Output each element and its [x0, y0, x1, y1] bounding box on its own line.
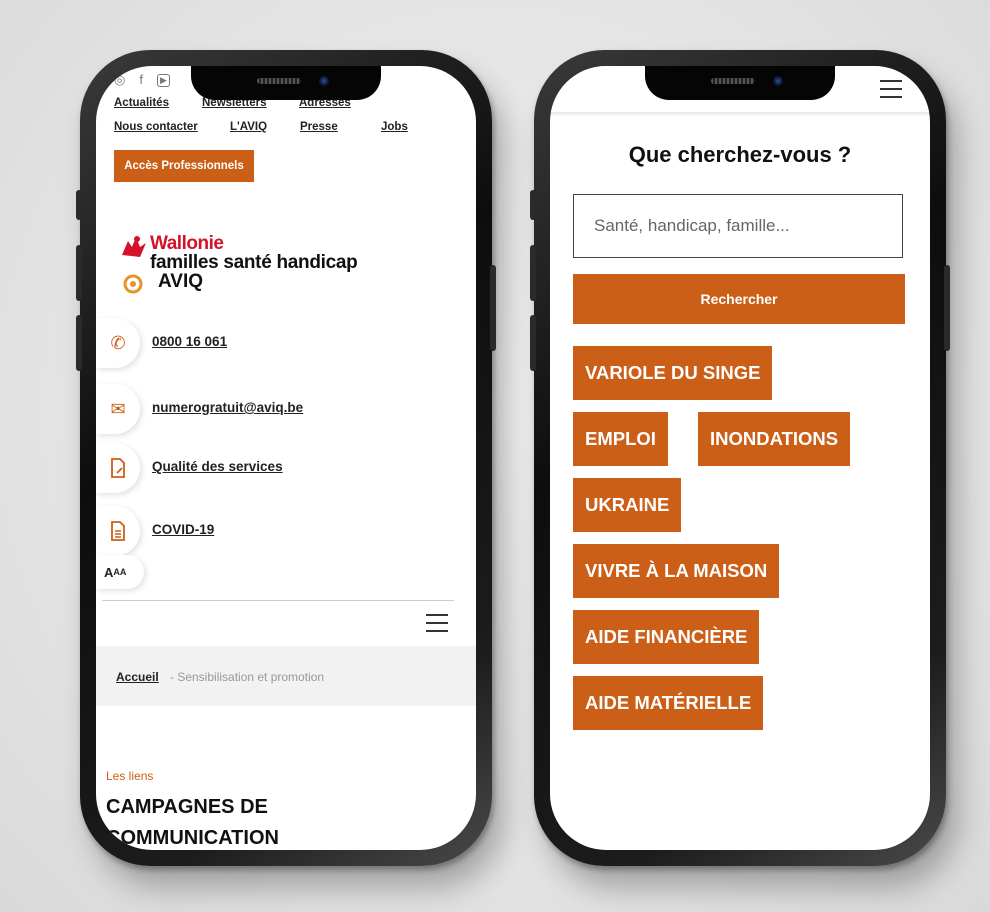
contact-phone[interactable]: ✆ 0800 16 061: [96, 318, 476, 368]
tag-aide-materielle[interactable]: AIDE MATÉRIELLE: [573, 676, 764, 730]
left-phone-screen: ◎ f ▶ Actualités Newsletters Adresses No…: [96, 66, 476, 850]
phone-icon: ✆: [96, 318, 140, 368]
tag-aide-financiere[interactable]: AIDE FINANCIÈRE: [573, 610, 760, 664]
right-phone-screen: Que cherchez-vous ? Rechercher VARIOLE D…: [550, 66, 930, 850]
instagram-icon[interactable]: ◎: [114, 72, 125, 88]
pro-access-button[interactable]: Accès Professionnels: [114, 150, 254, 182]
menu-icon[interactable]: [426, 614, 448, 632]
contact-label[interactable]: COVID-19: [152, 522, 214, 537]
link-presse[interactable]: Presse: [300, 121, 338, 133]
left-phone-frame: ◎ f ▶ Actualités Newsletters Adresses No…: [76, 50, 496, 866]
logo-aviq: AVIQ: [158, 271, 204, 292]
notch: [191, 66, 381, 100]
divider: [102, 600, 454, 601]
rooster-icon: [122, 236, 146, 257]
menu-icon[interactable]: [880, 80, 902, 98]
envelope-icon: ✉: [96, 384, 140, 434]
link-aviq[interactable]: L'AVIQ: [230, 121, 267, 133]
document-icon: [96, 506, 140, 556]
search-title: Que cherchez-vous ?: [628, 142, 852, 167]
youtube-icon[interactable]: ▶: [156, 74, 170, 87]
link-nous-contacter[interactable]: Nous contacter: [114, 121, 198, 133]
link-actualites[interactable]: Actualités: [114, 97, 169, 109]
tag-ukraine[interactable]: UKRAINE: [573, 478, 682, 532]
tag-emploi[interactable]: EMPLOI: [573, 412, 668, 466]
search-input[interactable]: [573, 194, 903, 258]
link-jobs[interactable]: Jobs: [381, 121, 408, 133]
contact-label[interactable]: 0800 16 061: [152, 334, 227, 349]
aviq-symbol-icon: [123, 274, 143, 294]
document-edit-icon: [96, 443, 140, 493]
contact-email[interactable]: ✉ numerogratuit@aviq.be: [96, 384, 476, 434]
aviq-logo[interactable]: Wallonie familles santé handicap AVIQ: [118, 231, 398, 301]
contact-label[interactable]: Qualité des services: [152, 459, 283, 474]
contact-quality[interactable]: Qualité des services: [96, 443, 476, 493]
breadcrumb: Accueil - Sensibilisation et promotion: [96, 646, 476, 706]
breadcrumb-home[interactable]: Accueil: [116, 670, 159, 684]
notch: [645, 66, 835, 100]
breadcrumb-current: - Sensibilisation et promotion: [170, 670, 325, 684]
contact-covid[interactable]: COVID-19: [96, 506, 476, 556]
section-label: Les liens: [106, 769, 154, 783]
social-icons: ◎ f ▶: [114, 72, 170, 88]
search-button[interactable]: Rechercher: [573, 274, 905, 324]
font-size-toggle[interactable]: A AA: [96, 555, 144, 589]
contact-label[interactable]: numerogratuit@aviq.be: [152, 400, 303, 415]
right-phone-frame: Que cherchez-vous ? Rechercher VARIOLE D…: [530, 50, 950, 866]
section-title: CAMPAGNES DE COMMUNICATION: [106, 796, 279, 849]
tag-vivre-a-la-maison[interactable]: VIVRE À LA MAISON: [573, 544, 780, 598]
facebook-icon[interactable]: f: [139, 72, 143, 88]
tag-variole-du-singe[interactable]: VARIOLE DU SINGE: [573, 346, 773, 400]
tag-inondations[interactable]: INONDATIONS: [698, 412, 851, 466]
